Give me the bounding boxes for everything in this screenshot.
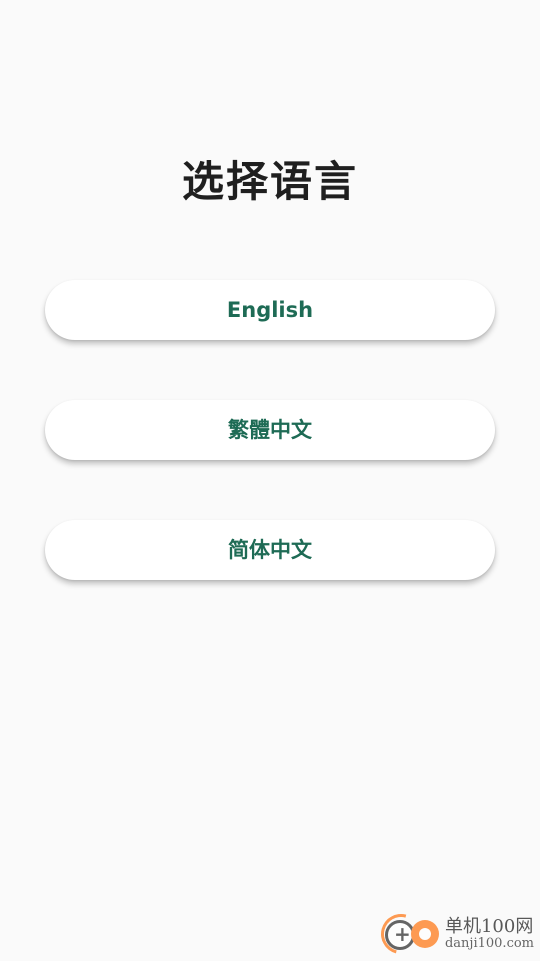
page-title: 选择语言 [181, 157, 358, 206]
language-option-english[interactable]: English [45, 280, 495, 340]
language-option-traditional-chinese[interactable]: 繁體中文 [45, 400, 495, 460]
watermark-name: 单机100网 [444, 915, 534, 937]
watermark-url: danji100.com [444, 935, 534, 951]
watermark: 单机100网 danji100.com [373, 906, 534, 961]
language-option-simplified-chinese[interactable]: 简体中文 [45, 520, 495, 580]
language-list: English 繁體中文 简体中文 [45, 280, 495, 640]
watermark-logo-icon [373, 906, 443, 961]
